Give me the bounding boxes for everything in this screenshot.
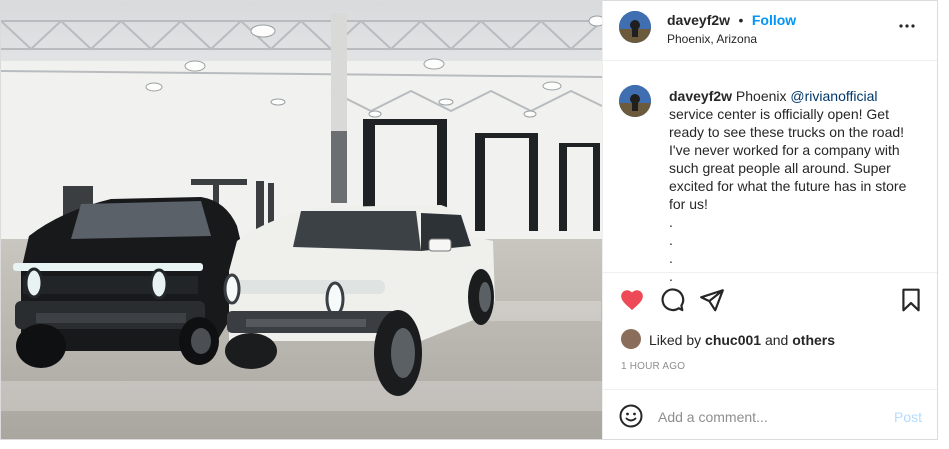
- caption-dot: .: [669, 250, 673, 266]
- comment-icon[interactable]: [659, 287, 685, 313]
- author-username[interactable]: daveyf2w: [667, 12, 730, 28]
- more-options-icon[interactable]: [898, 17, 916, 35]
- post-timestamp[interactable]: 1 HOUR AGO: [621, 361, 685, 372]
- caption-avatar[interactable]: [619, 85, 651, 117]
- caption-dot: .: [669, 214, 673, 230]
- post-header: daveyf2w • Follow Phoenix, Arizona: [603, 1, 937, 61]
- liked-prefix: Liked by: [649, 332, 706, 348]
- caption-mention[interactable]: @rivianofficial: [790, 88, 877, 104]
- likes-others-link[interactable]: others: [792, 332, 835, 348]
- post-photo[interactable]: [1, 1, 602, 439]
- liker-avatar[interactable]: [621, 329, 641, 349]
- trucks-photo: [1, 1, 602, 439]
- caption-username[interactable]: daveyf2w: [669, 88, 732, 104]
- post-location[interactable]: Phoenix, Arizona: [667, 32, 757, 46]
- instagram-post: daveyf2w • Follow Phoenix, Arizona davey…: [0, 0, 938, 440]
- caption-text-after: service center is officially open! Get r…: [669, 106, 907, 212]
- post-side-panel: daveyf2w • Follow Phoenix, Arizona davey…: [602, 1, 937, 439]
- post-comment-button[interactable]: Post: [894, 409, 922, 425]
- emoji-icon[interactable]: [619, 404, 643, 428]
- caption-avatar-image: [619, 85, 651, 117]
- share-icon[interactable]: [699, 287, 725, 313]
- header-title-row: daveyf2w • Follow: [667, 12, 796, 30]
- follow-button[interactable]: Follow: [752, 12, 796, 28]
- caption-dot: .: [669, 232, 673, 248]
- author-avatar[interactable]: [619, 11, 651, 43]
- liked-middle: and: [761, 332, 793, 348]
- liked-by-text: Liked by chuc001 and others: [649, 332, 835, 348]
- avatar-image: [619, 11, 651, 43]
- header-separator: •: [738, 12, 744, 28]
- caption-text: daveyf2w Phoenix @rivianofficial service…: [669, 87, 924, 285]
- action-bar: [603, 273, 937, 325]
- comment-box: Post: [603, 389, 937, 439]
- heart-icon[interactable]: [619, 287, 645, 313]
- liker-username[interactable]: chuc001: [705, 332, 761, 348]
- comment-input[interactable]: [658, 407, 878, 427]
- caption-text-before: Phoenix: [732, 88, 791, 104]
- bookmark-icon[interactable]: [898, 287, 924, 313]
- post-caption: daveyf2w Phoenix @rivianofficial service…: [603, 61, 937, 284]
